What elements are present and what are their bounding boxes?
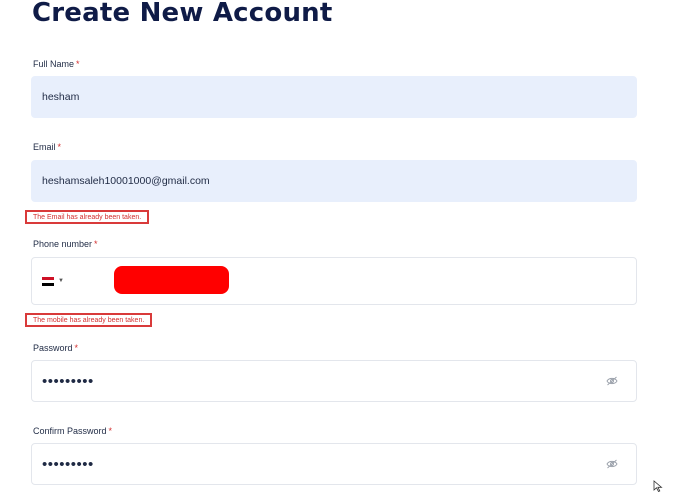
full-name-input[interactable]: hesham [31,76,637,118]
password-value: ••••••••• [42,372,94,390]
phone-error-message: The mobile has already been taken. [25,313,153,327]
confirm-password-input[interactable]: ••••••••• [31,443,637,485]
eye-slash-icon[interactable] [606,376,618,386]
phone-label: Phone number * [33,239,98,249]
country-selector[interactable]: ▼ [42,276,64,286]
email-input[interactable]: heshamsaleh10001000@gmail.com [31,160,637,202]
full-name-value: hesham [42,91,80,103]
required-mark: * [74,343,79,353]
redacted-phone-number [114,266,229,294]
email-value: heshamsaleh10001000@gmail.com [42,175,210,187]
password-input[interactable]: ••••••••• [31,360,637,402]
chevron-down-icon: ▼ [58,278,64,284]
required-mark: * [94,239,98,249]
confirm-password-value: ••••••••• [42,455,94,473]
phone-input[interactable]: ▼ [31,257,637,305]
required-mark: * [76,59,80,69]
required-mark: * [57,142,62,152]
confirm-password-label: Confirm Password * [33,426,113,436]
password-label: Password * [33,343,79,353]
required-mark: * [108,426,113,436]
email-label: Email * [33,142,62,152]
email-error-message: The Email has already been taken. [25,210,150,224]
full-name-label: Full Name * [33,59,80,69]
mouse-pointer-icon [653,480,663,492]
page-title: Create New Account [32,0,333,28]
eye-slash-icon[interactable] [606,459,618,469]
egypt-flag-icon [42,276,54,286]
